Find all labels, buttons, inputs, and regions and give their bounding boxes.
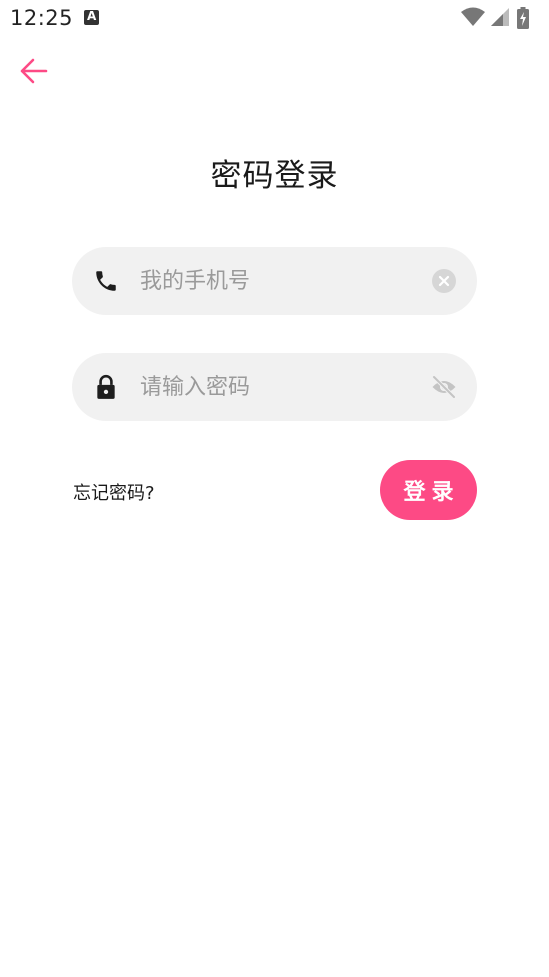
status-icons xyxy=(461,7,541,29)
notification-a-letter: A xyxy=(87,9,97,23)
phone-input[interactable] xyxy=(140,247,420,315)
forgot-password-link[interactable]: 忘记密码? xyxy=(73,479,155,505)
password-field xyxy=(72,353,477,421)
wifi-icon xyxy=(461,7,485,26)
back-button[interactable] xyxy=(16,54,52,90)
battery-charging-icon xyxy=(517,7,529,29)
arrow-left-icon xyxy=(20,58,48,84)
login-button[interactable]: 登录 xyxy=(380,460,477,520)
cell-signal-icon xyxy=(491,8,509,26)
eye-off-icon[interactable] xyxy=(431,374,457,400)
phone-icon xyxy=(96,271,116,291)
notification-a-icon: A xyxy=(84,9,99,25)
status-bar: 12:25 A xyxy=(0,0,549,36)
clear-icon[interactable] xyxy=(431,268,457,294)
phone-field xyxy=(72,247,477,315)
status-time: 12:25 xyxy=(10,6,74,30)
login-screen: 12:25 A 密码登录 我的手机号 忘记密码? 登录 xyxy=(0,0,549,977)
password-input[interactable] xyxy=(140,353,420,421)
lock-icon xyxy=(97,374,115,399)
page-title: 密码登录 xyxy=(210,158,339,194)
